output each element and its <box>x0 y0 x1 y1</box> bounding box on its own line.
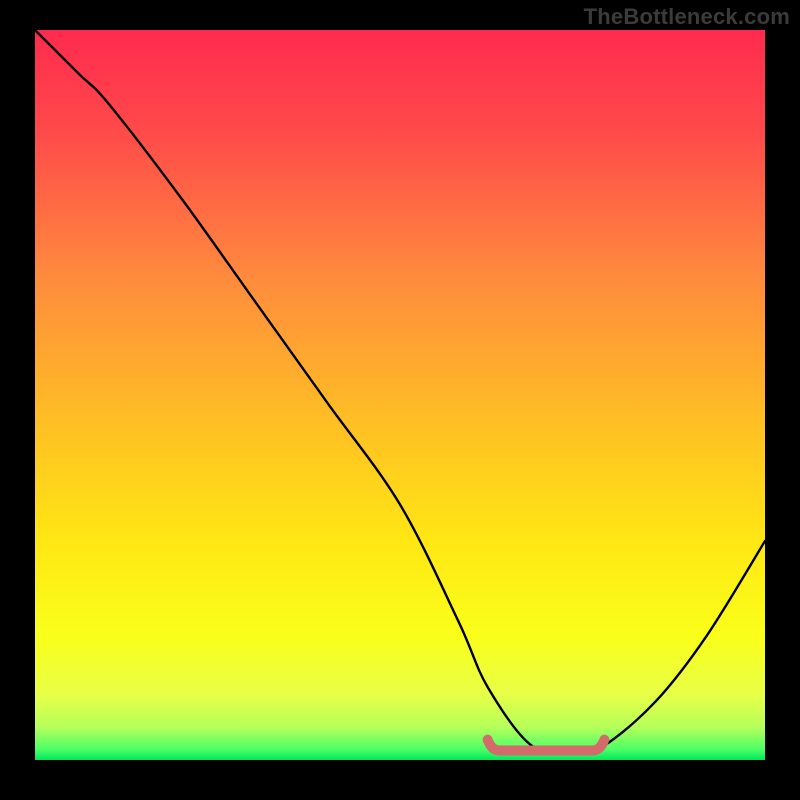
bottleneck-curve <box>35 30 765 760</box>
chart-frame: TheBottleneck.com <box>0 0 800 800</box>
plot-area <box>35 30 765 760</box>
watermark-text: TheBottleneck.com <box>584 4 790 30</box>
